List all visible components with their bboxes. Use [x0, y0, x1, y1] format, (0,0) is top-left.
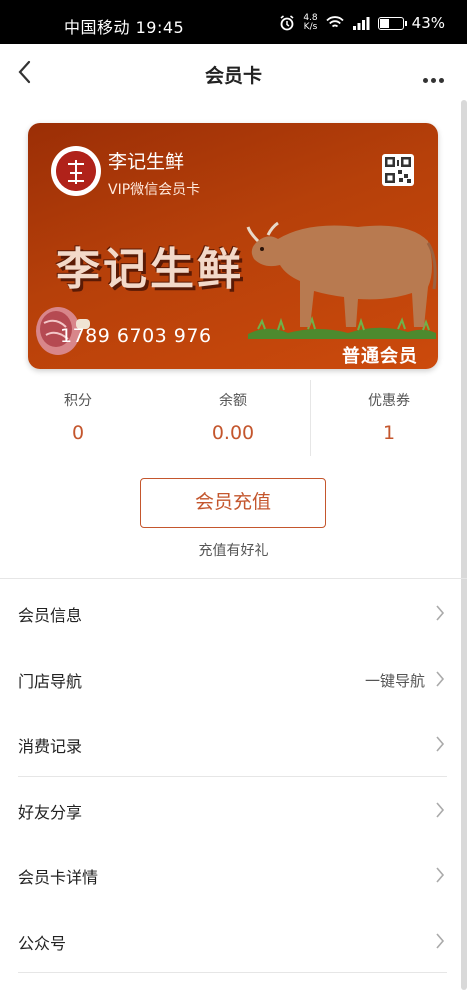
card-brand-text: 李记生鲜	[56, 244, 244, 295]
coupon-stat[interactable]: 优惠券 1	[311, 380, 467, 444]
menu-item-card-details[interactable]: 会员卡详情	[0, 842, 467, 908]
recharge-button[interactable]: 会员充值	[140, 478, 326, 528]
menu-item-official-account[interactable]: 公众号	[0, 908, 467, 974]
one-click-navigation-text: 一键导航	[364, 671, 425, 690]
shop-name: 李记生鲜	[108, 151, 185, 173]
battery-percent: 43%	[411, 14, 445, 32]
section-divider	[0, 578, 467, 579]
more-options-icon[interactable]	[423, 68, 447, 83]
nav-bar: 会员卡	[0, 44, 467, 102]
balance-stat[interactable]: 余额 0.00	[155, 380, 311, 444]
menu-item-label: 会员卡详情	[18, 868, 99, 887]
member-stats: 积分 0 余额 0.00 优惠券 1	[0, 380, 467, 456]
stat-label: 余额	[219, 393, 247, 409]
shop-logo-seal-icon	[56, 151, 96, 191]
status-icons: 4.8 K/s 43%	[279, 14, 445, 32]
menu-item-label: 好友分享	[18, 802, 83, 822]
chevron-right-icon	[436, 605, 445, 621]
chevron-right-icon	[436, 670, 445, 687]
stat-value: 0	[71, 422, 85, 444]
network-speed: 4.8 K/s	[303, 13, 318, 32]
page-title: 会员卡	[204, 65, 262, 87]
alarm-icon	[280, 15, 294, 31]
battery-icon	[377, 16, 407, 30]
stat-value: 1	[382, 422, 396, 444]
menu-item-share-friends[interactable]: 好友分享	[0, 777, 467, 843]
shop-logo	[51, 146, 101, 196]
member-level-badge: 普通会员	[342, 346, 418, 367]
menu-item-label: 会员信息	[18, 606, 83, 625]
points-stat[interactable]: 积分 0	[0, 380, 156, 444]
menu-item-member-info[interactable]: 会员信息	[0, 580, 467, 646]
chevron-right-icon	[436, 801, 445, 818]
menu-item-label: 消费记录	[18, 737, 83, 756]
signal-icon	[352, 17, 370, 30]
chevron-right-icon	[436, 736, 445, 752]
qr-code-icon[interactable]	[382, 154, 414, 186]
recharge-tip: 充值有好礼	[198, 543, 269, 559]
card-number: 1789 6703 976	[60, 325, 212, 347]
carrier-time: 中国移动 19:45	[64, 18, 185, 37]
member-card[interactable]: 李记生鲜 VIP微信会员卡 李记生鲜 1789 6703 976 普通会员	[28, 123, 438, 369]
cow-illustration	[246, 221, 437, 339]
stat-label: 优惠券	[368, 393, 410, 409]
menu-item-label: 公众号	[18, 933, 67, 953]
menu-item-consumption-records[interactable]: 消费记录	[0, 711, 467, 777]
stat-label: 积分	[64, 393, 92, 409]
menu-item-label: 门店导航	[18, 671, 83, 691]
chevron-right-icon	[436, 867, 445, 883]
chevron-right-icon	[436, 932, 445, 949]
stat-value: 0.00	[211, 422, 255, 444]
menu-list: 会员信息 门店导航 一键导航 消费记录 好友分享 会员卡详情 公众号	[0, 580, 467, 973]
menu-item-store-navigation[interactable]: 门店导航 一键导航	[0, 646, 467, 712]
status-bar: 中国移动 19:45 4.8 K/s 43%	[0, 0, 467, 44]
card-type: VIP微信会员卡	[108, 182, 201, 198]
wifi-icon	[326, 16, 344, 28]
